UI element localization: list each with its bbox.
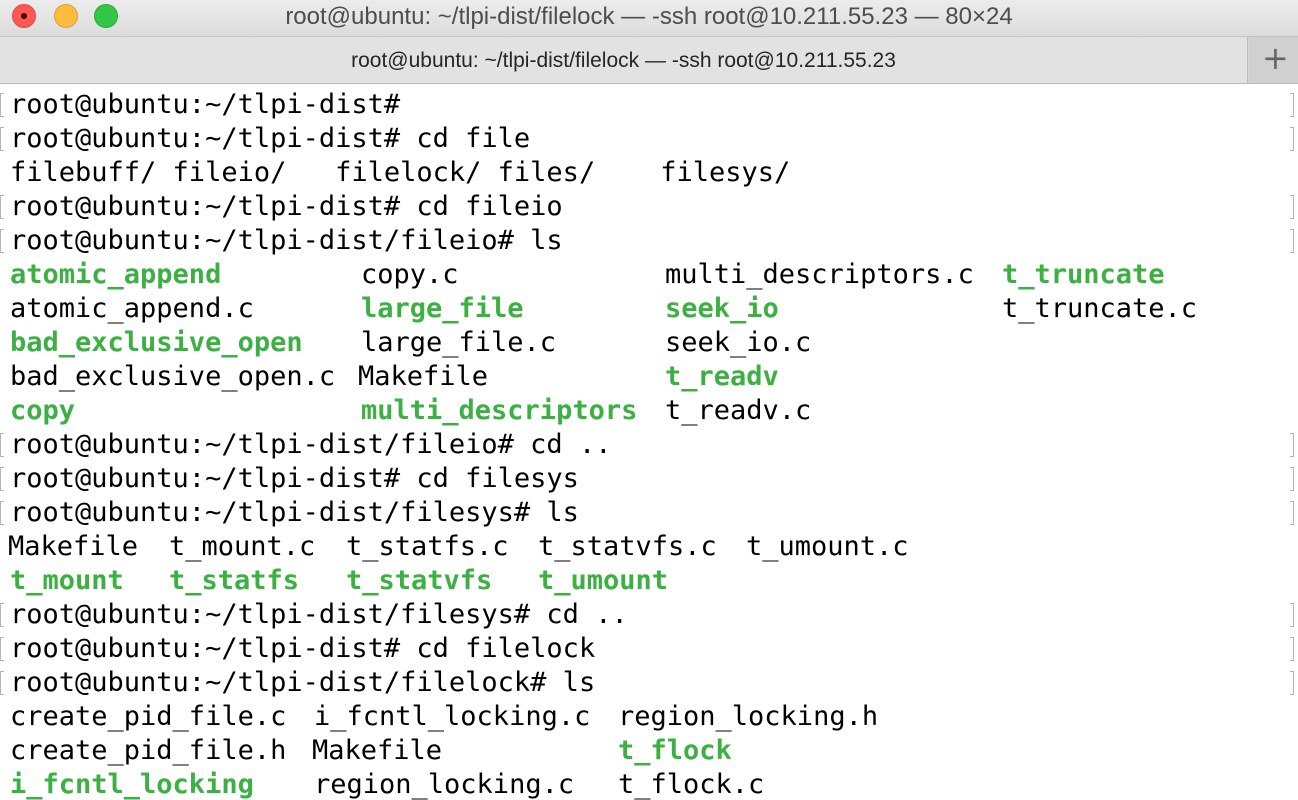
file-name: t_mount.c (169, 531, 316, 562)
window-title: root@ubuntu: ~/tlpi-dist/filelock — -ssh… (285, 3, 1013, 30)
prompt-mark-right (1290, 229, 1294, 253)
terminal-line: root@ubuntu:~/tlpi-dist/filesys# ls (0, 496, 1298, 530)
prompt-text: root@ubuntu:~/tlpi-dist/filesys# ls (10, 497, 579, 528)
prompt-mark-right (1290, 127, 1294, 151)
prompt-mark-right (1290, 195, 1294, 219)
prompt-mark-left (0, 637, 4, 661)
terminal-line: root@ubuntu:~/tlpi-dist# cd fileio (0, 190, 1298, 224)
tab-title: root@ubuntu: ~/tlpi-dist/filelock — -ssh… (351, 49, 896, 72)
terminal-line: Makefile t_mount.c t_statfs.c t_statvfs.c t_… (0, 530, 1298, 564)
prompt-mark-left (0, 671, 4, 695)
file-name: t_statvfs.c (538, 531, 717, 562)
prompt-text: root@ubuntu:~/tlpi-dist/fileio# cd .. (10, 429, 612, 460)
file-name: bad_exclusive_open.c (10, 361, 336, 392)
file-name: region_locking.h (618, 701, 879, 732)
prompt-mark-left (0, 93, 4, 117)
plus-icon: + (1262, 39, 1289, 77)
prompt-mark-right (1290, 603, 1294, 627)
file-name: i_fcntl_locking.c (314, 701, 591, 732)
prompt-mark-left (0, 501, 4, 525)
file-name: copy.c (361, 259, 459, 290)
executable-file-name: t_statfs (169, 565, 300, 596)
file-name: t_umount.c (746, 531, 909, 562)
terminal-line: atomic_append.c large_file seek_io t_trunca… (0, 292, 1298, 326)
terminal-line: copy multi_descriptors t_readv.c (0, 394, 1298, 428)
new-tab-button[interactable]: + (1249, 37, 1298, 83)
prompt-mark-left (0, 467, 4, 491)
executable-file-name: seek_io (665, 293, 779, 324)
file-name: t_flock.c (618, 769, 765, 800)
terminal-line: root@ubuntu:~/tlpi-dist/filelock# ls (0, 666, 1298, 700)
executable-file-name: copy (10, 395, 76, 426)
terminal-line: bad_exclusive_open.c Makefile t_readv (0, 360, 1298, 394)
file-name: filebuff/ fileio/ filelock/ files/ files… (10, 157, 791, 188)
tab-active[interactable]: root@ubuntu: ~/tlpi-dist/filelock — -ssh… (0, 37, 1248, 83)
prompt-text: root@ubuntu:~/tlpi-dist# cd filelock (10, 633, 596, 664)
terminal-line: root@ubuntu:~/tlpi-dist/fileio# cd .. (0, 428, 1298, 462)
file-name: Makefile (358, 361, 489, 392)
prompt-mark-left (0, 127, 4, 151)
title-bar[interactable]: root@ubuntu: ~/tlpi-dist/filelock — -ssh… (0, 0, 1298, 36)
file-name: Makefile (8, 531, 139, 562)
executable-file-name: i_fcntl_locking (10, 769, 254, 800)
terminal-line: root@ubuntu:~/tlpi-dist# cd file (0, 122, 1298, 156)
prompt-text: root@ubuntu:~/tlpi-dist# cd filesys (10, 463, 579, 494)
prompt-text: root@ubuntu:~/tlpi-dist# cd fileio (10, 191, 563, 222)
executable-file-name: t_flock (618, 735, 732, 766)
executable-file-name: large_file (361, 293, 524, 324)
file-name: large_file.c (361, 327, 557, 358)
file-name: multi_descriptors.c (665, 259, 974, 290)
terminal-line: create_pid_file.h Makefile t_flock (0, 734, 1298, 768)
executable-file-name: multi_descriptors (361, 395, 638, 426)
prompt-mark-right (1290, 671, 1294, 695)
prompt-text: root@ubuntu:~/tlpi-dist# cd file (10, 123, 531, 154)
prompt-mark-right (1290, 93, 1294, 117)
file-name: region_locking.c (314, 769, 575, 800)
prompt-text: root@ubuntu:~/tlpi-dist# (10, 89, 401, 120)
executable-file-name: t_statvfs (346, 565, 493, 596)
tab-bar: root@ubuntu: ~/tlpi-dist/filelock — -ssh… (0, 36, 1298, 84)
terminal-line: root@ubuntu:~/tlpi-dist# cd filelock (0, 632, 1298, 666)
terminal-line: root@ubuntu:~/tlpi-dist/fileio# ls (0, 224, 1298, 258)
file-name: t_readv.c (665, 395, 812, 426)
prompt-mark-left (0, 603, 4, 627)
terminal-line: root@ubuntu:~/tlpi-dist# (0, 88, 1298, 122)
terminal-output[interactable]: root@ubuntu:~/tlpi-dist# root@ubuntu:~/tl… (0, 84, 1298, 800)
terminal-line: atomic_append copy.c multi_descriptors.c t_… (0, 258, 1298, 292)
file-name: create_pid_file.h (10, 735, 287, 766)
terminal-line: filebuff/ fileio/ filelock/ files/ files… (0, 156, 1298, 190)
file-name: t_statfs.c (346, 531, 509, 562)
executable-file-name: t_truncate (1002, 259, 1165, 290)
terminal-line: root@ubuntu:~/tlpi-dist# cd filesys (0, 462, 1298, 496)
prompt-mark-left (0, 195, 4, 219)
prompt-text: root@ubuntu:~/tlpi-dist/filesys# cd .. (10, 599, 628, 630)
prompt-text: root@ubuntu:~/tlpi-dist/fileio# ls (10, 225, 563, 256)
prompt-text: root@ubuntu:~/tlpi-dist/filelock# ls (10, 667, 596, 698)
executable-file-name: atomic_append (10, 259, 222, 290)
terminal-line: bad_exclusive_open large_file.c seek_io.c (0, 326, 1298, 360)
prompt-mark-right (1290, 467, 1294, 491)
file-name: Makefile (312, 735, 443, 766)
executable-file-name: bad_exclusive_open (10, 327, 303, 358)
terminal-window: root@ubuntu: ~/tlpi-dist/filelock — -ssh… (0, 0, 1298, 800)
file-name: t_truncate.c (1002, 293, 1198, 324)
terminal-line: i_fcntl_locking region_locking.c t_flock.c (0, 768, 1298, 800)
prompt-mark-right (1290, 637, 1294, 661)
executable-file-name: t_readv (665, 361, 779, 392)
prompt-mark-right (1290, 433, 1294, 457)
prompt-mark-left (0, 433, 4, 457)
file-name: seek_io.c (665, 327, 812, 358)
executable-file-name: t_umount (538, 565, 669, 596)
terminal-line: root@ubuntu:~/tlpi-dist/filesys# cd .. (0, 598, 1298, 632)
file-name: atomic_append.c (10, 293, 254, 324)
terminal-line: t_mount t_statfs t_statvfs t_umount (0, 564, 1298, 598)
prompt-mark-left (0, 229, 4, 253)
prompt-mark-right (1290, 501, 1294, 525)
file-name: create_pid_file.c (10, 701, 287, 732)
terminal-line: create_pid_file.c i_fcntl_locking.c region… (0, 700, 1298, 734)
executable-file-name: t_mount (10, 565, 124, 596)
